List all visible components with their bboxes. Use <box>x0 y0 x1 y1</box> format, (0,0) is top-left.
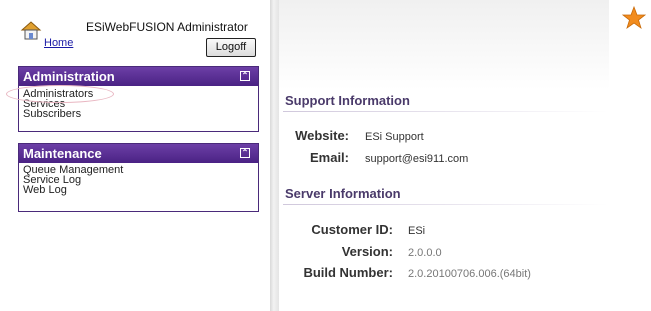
website-value[interactable]: ESi Support <box>365 131 424 143</box>
version-value: 2.0.0.0 <box>408 247 442 259</box>
home-link[interactable]: Home <box>44 37 73 49</box>
administration-header[interactable]: Administration ⌃ <box>19 67 258 86</box>
section-divider <box>283 111 608 112</box>
build-number-value: 2.0.20100706.006.(64bit) <box>408 268 531 280</box>
maintenance-panel: Maintenance ⌃ Queue Management Service L… <box>18 143 259 212</box>
content-banner <box>279 0 609 90</box>
home-icon[interactable] <box>20 19 42 41</box>
logoff-button[interactable]: Logoff <box>206 38 256 57</box>
website-label: Website: <box>295 128 349 143</box>
collapse-icon[interactable]: ⌃ <box>240 148 250 158</box>
sidebar-item-subscribers[interactable]: Subscribers <box>19 109 258 120</box>
customer-id-value: ESi <box>408 225 426 237</box>
section-divider <box>283 204 608 205</box>
email-label: Email: <box>309 150 349 165</box>
administration-title: Administration <box>23 69 115 84</box>
collapse-icon[interactable]: ⌃ <box>240 71 250 81</box>
star-icon <box>622 6 646 30</box>
server-section-title: Server Information <box>285 186 401 201</box>
customer-id-label: Customer ID: <box>311 222 393 237</box>
version-label: Version: <box>341 244 393 259</box>
support-section-title: Support Information <box>285 93 410 108</box>
selection-highlight <box>6 85 114 103</box>
email-value[interactable]: support@esi911.com <box>365 153 468 165</box>
maintenance-header[interactable]: Maintenance ⌃ <box>19 144 258 163</box>
app-title: ESiWebFUSION Administrator <box>86 20 248 34</box>
maintenance-title: Maintenance <box>23 146 102 161</box>
sidebar-item-web-log[interactable]: Web Log <box>19 185 258 196</box>
panel-divider[interactable] <box>270 0 279 311</box>
build-number-label: Build Number: <box>303 265 393 280</box>
